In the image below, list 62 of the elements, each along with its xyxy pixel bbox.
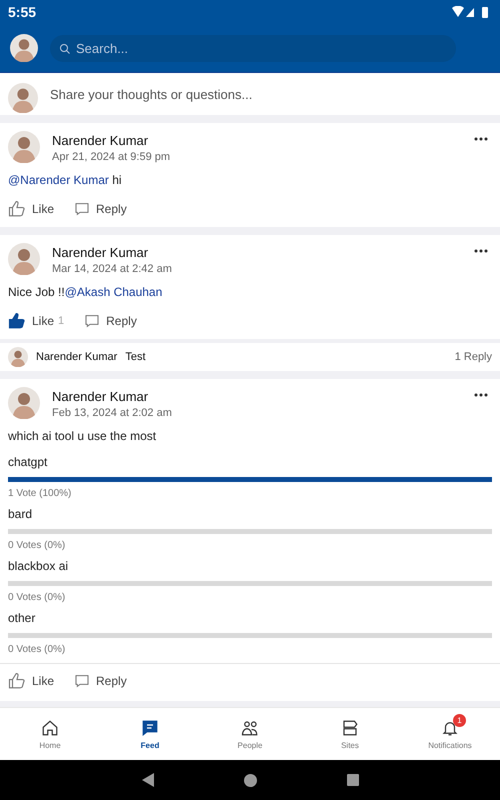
nav-tab[interactable]: 1 Notifications	[400, 708, 500, 760]
thumbs-up-icon	[8, 200, 26, 218]
home-icon[interactable]	[244, 774, 256, 786]
author-name: Narender Kumar	[52, 389, 150, 404]
poll-option: bard	[8, 507, 492, 521]
comment-icon	[74, 672, 90, 688]
avatar-icon	[8, 387, 40, 419]
vote-count: 0 Votes (0%)	[8, 540, 66, 551]
like-button[interactable]: Like	[8, 200, 54, 218]
thumbs-up-icon	[8, 312, 26, 330]
nav-tab[interactable]: Feed	[100, 708, 200, 760]
chat-icon	[141, 718, 159, 736]
people-icon	[241, 718, 259, 736]
poll-question: which ai tool u use the most	[8, 429, 158, 443]
nav-tab[interactable]: Home	[0, 708, 100, 760]
recents-icon[interactable]	[346, 774, 358, 786]
like-button[interactable]: Like	[8, 672, 54, 690]
mention-link[interactable]: @Narender Kumar	[8, 173, 109, 188]
post-text: Nice Job !!	[8, 285, 65, 300]
avatar-icon	[8, 243, 40, 276]
poll-option: other	[8, 611, 492, 625]
comment-icon	[74, 201, 90, 218]
reply-button[interactable]: Reply	[74, 672, 127, 688]
post-date: Apr 21, 2024 at 9:59 pm	[52, 151, 172, 164]
poll-option: chatgpt	[8, 455, 492, 469]
post-date: Feb 13, 2024 at 2:02 am	[52, 407, 173, 419]
sites-icon	[341, 718, 359, 736]
comment-icon	[84, 313, 100, 330]
status-time: 5:55	[8, 4, 36, 20]
author-name: Narender Kumar	[52, 245, 150, 260]
avatar-icon	[8, 347, 28, 368]
post-input[interactable]: Share your thoughts or questions...	[0, 73, 500, 116]
replies-link[interactable]: 1 Reply	[454, 351, 492, 364]
more-icon	[474, 393, 488, 397]
vote-count: 1 Vote (100%)	[8, 488, 72, 499]
search-icon	[59, 42, 71, 54]
author-name: Narender Kumar	[52, 133, 150, 148]
poll-option: blackbox ai	[8, 559, 492, 573]
post-text: hi	[111, 173, 122, 188]
notification-badge: 1	[453, 714, 466, 726]
more-icon	[474, 137, 488, 142]
vote-count: 0 Votes (0%)	[8, 592, 66, 603]
like-button[interactable]: Like 1	[8, 312, 64, 330]
back-icon[interactable]	[142, 773, 154, 787]
avatar-icon	[8, 83, 38, 113]
avatar-icon	[8, 131, 40, 164]
mention-link[interactable]: @Akash Chauhan	[64, 285, 162, 300]
nav-tab[interactable]: Sites	[300, 708, 400, 760]
search-field[interactable]: Search...	[50, 34, 456, 62]
comment-text: Test	[125, 351, 147, 364]
reply-button[interactable]: Reply	[84, 313, 137, 330]
vote-count: 0 Votes (0%)	[8, 644, 66, 655]
more-icon	[474, 249, 488, 254]
comment-row[interactable]: Narender Kumar Test 1 Reply	[0, 343, 500, 371]
like-count: 1	[58, 315, 64, 328]
home-icon	[41, 718, 59, 736]
comment-author: Narender Kumar	[36, 351, 118, 364]
nav-tab[interactable]: People	[200, 708, 300, 760]
avatar-icon	[10, 34, 38, 62]
post-date: Mar 14, 2024 at 2:42 am	[52, 263, 173, 276]
reply-button[interactable]: Reply	[74, 201, 127, 218]
thumbs-up-icon	[8, 672, 26, 690]
